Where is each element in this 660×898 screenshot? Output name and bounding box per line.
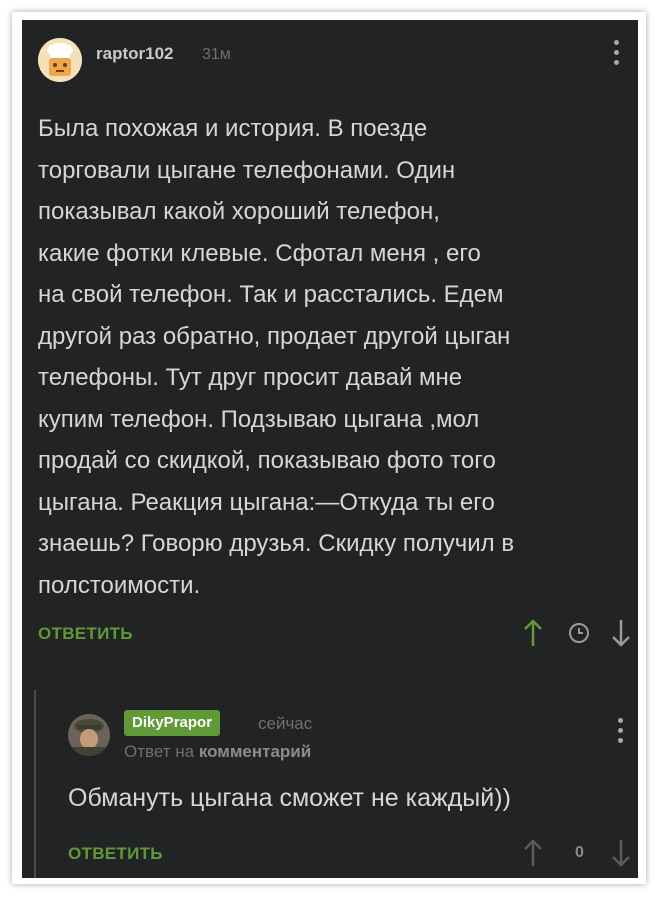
comment-author[interactable]: raptor102 <box>96 44 173 64</box>
soldier-avatar-icon <box>68 714 110 756</box>
reply-body: Обмануть цыгана сможет не каждый)) <box>68 784 511 812</box>
user-avatar[interactable] <box>38 38 82 82</box>
reply-button[interactable]: ОТВЕТИТЬ <box>38 624 133 644</box>
reply-rating: 0 <box>575 844 584 861</box>
reply-timestamp: сейчас <box>258 714 313 733</box>
more-options-icon[interactable] <box>614 40 620 74</box>
upvote-arrow-icon[interactable] <box>522 618 544 653</box>
reply-to-info: Ответ на комментарий <box>124 742 311 762</box>
clock-icon[interactable] <box>568 622 590 649</box>
reply-reply-button[interactable]: ОТВЕТИТЬ <box>68 844 163 864</box>
comment-thread-panel: raptor102 31м Была похожая и история. В … <box>22 20 638 878</box>
reply-to-link[interactable]: комментарий <box>199 742 311 761</box>
chef-avatar-icon <box>38 38 82 82</box>
downvote-arrow-icon[interactable] <box>610 618 632 653</box>
reply-to-prefix: Ответ на <box>124 742 195 761</box>
reply-author-badge[interactable]: DikyPrapor <box>124 710 221 736</box>
thread-branch-line[interactable] <box>34 690 36 878</box>
reply-user-avatar[interactable] <box>68 714 110 756</box>
reply-downvote-arrow-icon[interactable] <box>610 838 632 873</box>
reply-upvote-arrow-icon[interactable] <box>522 838 544 873</box>
comment-timestamp: 31м <box>202 46 231 63</box>
reply-more-options-icon[interactable] <box>618 718 624 752</box>
comment-body: Была похожая и история. В поезде торгова… <box>38 115 515 599</box>
